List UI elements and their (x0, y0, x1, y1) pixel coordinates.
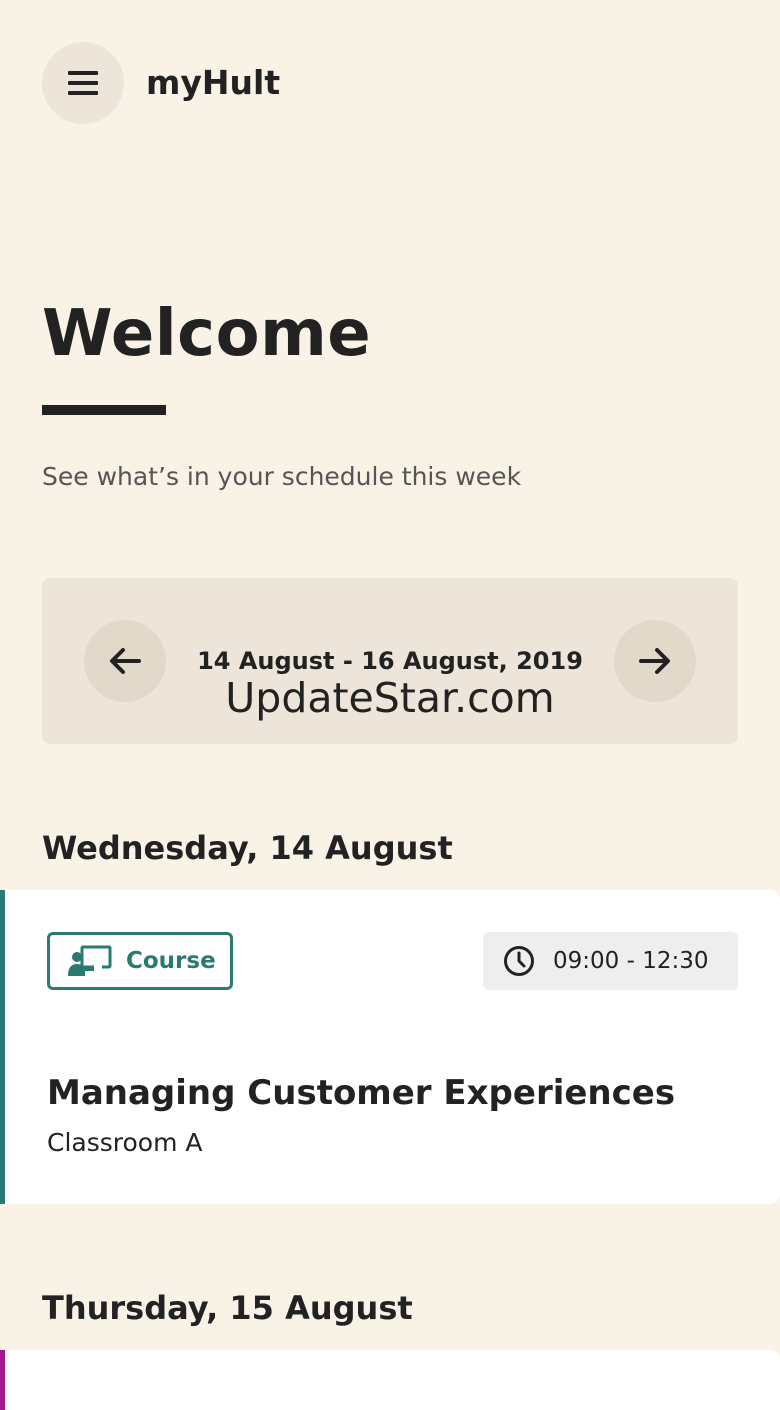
arrow-left-icon (110, 648, 141, 674)
classroom-teacher-icon (68, 945, 112, 976)
watermark-text: UpdateStar.com (225, 674, 555, 722)
arrow-right-icon (639, 648, 670, 674)
page-title: Welcome (42, 297, 372, 371)
title-underline (42, 405, 166, 415)
event-location: Classroom A (47, 1128, 203, 1157)
day-heading: Wednesday, 14 August (42, 829, 453, 867)
week-date-range: 14 August - 16 August, 2019 (197, 647, 583, 675)
event-type-label: Course (126, 948, 216, 974)
hamburger-menu-icon (68, 71, 98, 95)
event-type-badge: Course (47, 932, 233, 990)
event-time: 09:00 - 12:30 (553, 948, 709, 974)
event-card[interactable]: Course 09:00 - 12:30 Managing Customer E… (0, 890, 780, 1204)
event-card[interactable] (0, 1350, 780, 1410)
day-heading: Thursday, 15 August (42, 1289, 413, 1327)
menu-button[interactable] (42, 42, 124, 124)
page-subtitle: See what’s in your schedule this week (42, 462, 522, 491)
event-time-badge: 09:00 - 12:30 (483, 932, 738, 990)
app-title: myHult (146, 63, 281, 102)
clock-icon (504, 946, 534, 976)
event-title: Managing Customer Experiences (47, 1073, 676, 1113)
